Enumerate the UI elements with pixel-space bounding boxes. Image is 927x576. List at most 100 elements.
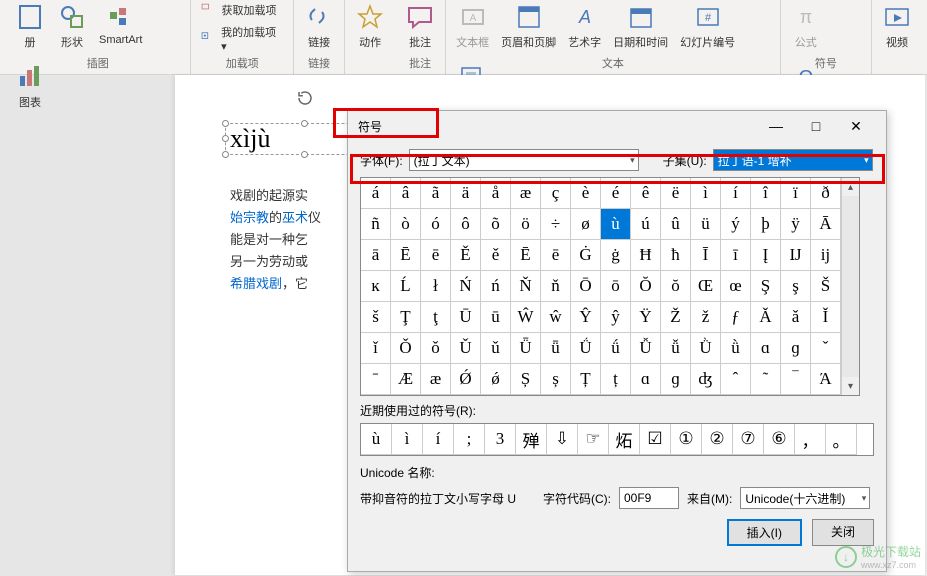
- char-cell[interactable]: Ŷ: [571, 302, 601, 333]
- ribbon-store-button[interactable]: 获取加载项: [199, 0, 278, 20]
- char-cell[interactable]: Æ: [391, 364, 421, 395]
- char-cell[interactable]: ‾: [781, 364, 811, 395]
- charcode-input[interactable]: 00F9: [619, 487, 679, 509]
- char-cell[interactable]: ş: [781, 271, 811, 302]
- char-cell[interactable]: ò: [391, 209, 421, 240]
- char-cell[interactable]: Ġ: [571, 240, 601, 271]
- recent-char-cell[interactable]: ⇩: [547, 424, 578, 455]
- font-combo[interactable]: (拉丁文本) ▾: [409, 149, 639, 171]
- insert-button[interactable]: 插入(I): [727, 519, 802, 546]
- char-cell[interactable]: ň: [541, 271, 571, 302]
- char-cell[interactable]: ġ: [601, 240, 631, 271]
- recent-char-cell[interactable]: 。: [826, 424, 857, 455]
- char-cell[interactable]: Į: [751, 240, 781, 271]
- char-cell[interactable]: ē: [541, 240, 571, 271]
- char-cell[interactable]: Ά: [811, 364, 841, 395]
- char-cell[interactable]: ä: [451, 178, 481, 209]
- char-cell[interactable]: ł: [421, 271, 451, 302]
- char-cell[interactable]: Ǜ: [691, 333, 721, 364]
- pinyin-text[interactable]: xìjù: [230, 124, 270, 153]
- char-cell[interactable]: ɡ: [781, 333, 811, 364]
- char-cell[interactable]: Ī: [691, 240, 721, 271]
- grid-scrollbar[interactable]: ▴ ▾: [841, 178, 859, 395]
- recent-char-cell[interactable]: 炻: [609, 424, 640, 455]
- minimize-button[interactable]: —: [756, 118, 796, 134]
- char-cell[interactable]: Ŏ: [631, 271, 661, 302]
- ribbon-star-button[interactable]: 动作: [353, 0, 387, 52]
- char-cell[interactable]: ŷ: [601, 302, 631, 333]
- ribbon-link-button[interactable]: 链接: [302, 0, 336, 52]
- char-cell[interactable]: ū: [481, 302, 511, 333]
- char-cell[interactable]: ç: [541, 178, 571, 209]
- ribbon-slidenum-button[interactable]: #幻灯片编号: [678, 0, 737, 52]
- char-cell[interactable]: ħ: [661, 240, 691, 271]
- ribbon-chart-button[interactable]: 图表: [13, 60, 47, 112]
- dialog-titlebar[interactable]: 符号 — □ ✕: [348, 111, 886, 141]
- char-cell[interactable]: î: [751, 178, 781, 209]
- recent-char-cell[interactable]: ，: [795, 424, 826, 455]
- subset-combo[interactable]: 拉丁语-1 增补 ▾: [713, 149, 873, 171]
- char-cell[interactable]: Ĺ: [391, 271, 421, 302]
- char-cell[interactable]: ã: [421, 178, 451, 209]
- ribbon-shape-button[interactable]: 形状: [55, 0, 89, 52]
- char-cell[interactable]: Œ: [691, 271, 721, 302]
- char-cell[interactable]: ì: [691, 178, 721, 209]
- char-cell[interactable]: Ş: [751, 271, 781, 302]
- char-cell[interactable]: ī: [721, 240, 751, 271]
- ribbon-smartart-button[interactable]: SmartArt: [97, 0, 144, 48]
- char-cell[interactable]: ɑ: [631, 364, 661, 395]
- char-cell[interactable]: ê: [631, 178, 661, 209]
- char-cell[interactable]: Ǿ: [451, 364, 481, 395]
- char-cell[interactable]: Ţ: [391, 302, 421, 333]
- char-cell[interactable]: ÷: [541, 209, 571, 240]
- char-cell[interactable]: Ĳ: [781, 240, 811, 271]
- recent-char-cell[interactable]: ☞: [578, 424, 609, 455]
- char-cell[interactable]: é: [601, 178, 631, 209]
- char-cell[interactable]: õ: [481, 209, 511, 240]
- char-cell[interactable]: ā: [361, 240, 391, 271]
- char-cell[interactable]: ô: [451, 209, 481, 240]
- char-cell[interactable]: ǚ: [661, 333, 691, 364]
- char-cell[interactable]: ș: [541, 364, 571, 395]
- char-cell[interactable]: ó: [421, 209, 451, 240]
- ribbon-textbox-button[interactable]: A文本框: [454, 0, 491, 52]
- char-cell[interactable]: ń: [481, 271, 511, 302]
- ribbon-video-button[interactable]: 视频: [880, 0, 914, 52]
- char-cell[interactable]: ɑ: [751, 333, 781, 364]
- char-cell[interactable]: Ÿ: [631, 302, 661, 333]
- from-combo[interactable]: Unicode(十六进制) ▾: [740, 487, 870, 509]
- recent-char-cell[interactable]: 3: [485, 424, 516, 455]
- char-cell[interactable]: ˇ: [811, 333, 841, 364]
- char-cell[interactable]: ð: [811, 178, 841, 209]
- char-cell[interactable]: ĳ: [811, 240, 841, 271]
- char-cell[interactable]: Ō: [571, 271, 601, 302]
- char-cell[interactable]: û: [661, 209, 691, 240]
- recent-char-cell[interactable]: í: [423, 424, 454, 455]
- char-cell[interactable]: ţ: [421, 302, 451, 333]
- char-cell[interactable]: Ē: [511, 240, 541, 271]
- link-religion[interactable]: 始宗教: [230, 210, 269, 225]
- char-cell[interactable]: ˉ: [361, 364, 391, 395]
- char-cell[interactable]: â: [391, 178, 421, 209]
- char-cell[interactable]: ĸ: [361, 271, 391, 302]
- char-cell[interactable]: ǐ: [361, 333, 391, 364]
- char-cell[interactable]: ŏ: [661, 271, 691, 302]
- close-button[interactable]: ✕: [836, 118, 876, 135]
- char-cell[interactable]: Ě: [451, 240, 481, 271]
- link-wushu[interactable]: 巫术: [282, 210, 308, 225]
- char-cell[interactable]: Ț: [571, 364, 601, 395]
- char-cell[interactable]: ž: [691, 302, 721, 333]
- char-cell[interactable]: ǜ: [721, 333, 751, 364]
- link-greek-drama[interactable]: 希腊戏剧: [230, 276, 282, 291]
- maximize-button[interactable]: □: [796, 118, 836, 134]
- char-cell[interactable]: ë: [661, 178, 691, 209]
- close-dialog-button[interactable]: 关闭: [812, 519, 874, 546]
- char-cell[interactable]: œ: [721, 271, 751, 302]
- char-cell[interactable]: ö: [511, 209, 541, 240]
- char-cell[interactable]: š: [361, 302, 391, 333]
- char-cell[interactable]: ˜: [751, 364, 781, 395]
- char-cell[interactable]: á: [361, 178, 391, 209]
- recent-char-cell[interactable]: ù: [361, 424, 392, 455]
- char-cell[interactable]: Ē: [391, 240, 421, 271]
- char-cell[interactable]: æ: [511, 178, 541, 209]
